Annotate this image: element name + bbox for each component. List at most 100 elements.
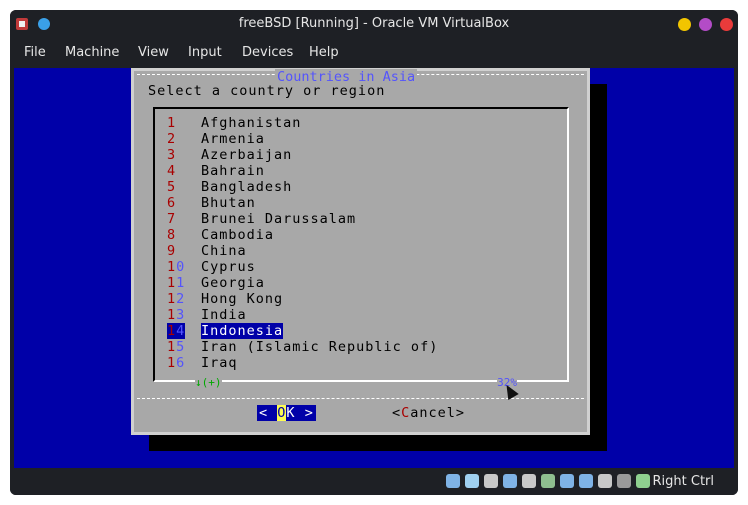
item-label: Brunei Darussalam — [201, 211, 357, 227]
menu-machine[interactable]: Machine — [65, 45, 119, 60]
menu-file[interactable]: File — [24, 45, 46, 60]
item-number-first-digit: 1 — [167, 275, 177, 291]
host-key-label: Right Ctrl — [652, 474, 715, 489]
item-number: 1 — [167, 115, 201, 131]
menu-help[interactable]: Help — [309, 45, 339, 60]
item-label: Bhutan — [201, 195, 256, 211]
item-number: 11 — [167, 275, 201, 291]
item-number: 12 — [167, 291, 201, 307]
menu-input[interactable]: Input — [188, 45, 222, 60]
item-number-first-digit: 5 — [167, 179, 177, 195]
list-item[interactable]: 16 Iraq — [167, 355, 238, 371]
item-number: 7 — [167, 211, 201, 227]
maximize-button[interactable] — [699, 18, 712, 31]
item-label: Cambodia — [201, 227, 275, 243]
item-number-first-digit: 3 — [167, 147, 177, 163]
item-label: Armenia — [201, 131, 265, 147]
list-item[interactable]: 15 Iran (Islamic Republic of) — [167, 339, 438, 355]
item-number-second-digit: 2 — [176, 291, 186, 307]
item-number: 5 — [167, 179, 201, 195]
list-item[interactable]: 8 Cambodia — [167, 227, 274, 243]
item-label: Bahrain — [201, 163, 265, 179]
item-number-first-digit: 4 — [167, 163, 177, 179]
menu-devices[interactable]: Devices — [242, 45, 293, 60]
item-number-first-digit: 1 — [167, 291, 177, 307]
item-number-first-digit: 1 — [167, 259, 177, 275]
item-label: India — [201, 307, 247, 323]
usb-icon[interactable] — [522, 474, 536, 488]
display-icon[interactable] — [560, 474, 574, 488]
item-number: 6 — [167, 195, 201, 211]
ok-button[interactable]: < OK > — [257, 405, 316, 421]
list-item[interactable]: 1 Afghanistan — [167, 115, 301, 131]
item-number-first-digit: 1 — [167, 115, 177, 131]
close-button[interactable] — [720, 18, 733, 31]
list-item[interactable]: 14 Indonesia — [167, 323, 284, 339]
cancel-left-bracket: < — [392, 405, 402, 421]
hard-disk-icon[interactable] — [446, 474, 460, 488]
list-item[interactable]: 4 Bahrain — [167, 163, 265, 179]
list-item[interactable]: 2 Armenia — [167, 131, 265, 147]
window-title: freeBSD [Running] - Oracle VM VirtualBox — [238, 16, 510, 31]
button-separator — [137, 398, 584, 399]
list-item[interactable]: 11 Georgia — [167, 275, 265, 291]
item-number-second-digit: 4 — [176, 323, 186, 339]
minimize-button[interactable] — [678, 18, 691, 31]
virtualbox-window: freeBSD [Running] - Oracle VM VirtualBox… — [10, 10, 738, 495]
item-number-second-digit: 5 — [176, 339, 186, 355]
item-label: Cyprus — [201, 259, 256, 275]
item-number: 16 — [167, 355, 201, 371]
item-number-second-digit: 0 — [176, 259, 186, 275]
list-item[interactable]: 13 India — [167, 307, 247, 323]
item-number-second-digit: 3 — [176, 307, 186, 323]
list-item[interactable]: 6 Bhutan — [167, 195, 256, 211]
optical-drive-icon[interactable] — [465, 474, 479, 488]
item-label: China — [201, 243, 247, 259]
list-item[interactable]: 7 Brunei Darussalam — [167, 211, 356, 227]
list-item[interactable]: 9 China — [167, 243, 247, 259]
title-bar[interactable]: freeBSD [Running] - Oracle VM VirtualBox — [10, 10, 738, 38]
ok-right-bracket: > — [304, 405, 314, 421]
menu-view[interactable]: View — [138, 45, 169, 60]
item-number-second-digit: 6 — [176, 355, 186, 371]
item-label: Iran (Islamic Republic of) — [201, 339, 439, 355]
item-number-first-digit: 2 — [167, 131, 177, 147]
item-label: Hong Kong — [201, 291, 284, 307]
audio-icon[interactable] — [484, 474, 498, 488]
item-number: 10 — [167, 259, 201, 275]
item-number: 3 — [167, 147, 201, 163]
list-item[interactable]: 3 Azerbaijan — [167, 147, 292, 163]
keyboard-capture-icon[interactable] — [636, 474, 650, 488]
shared-folders-icon[interactable] — [541, 474, 555, 488]
cancel-button[interactable]: <Cancel> — [392, 405, 465, 421]
vm-screen[interactable]: Countries in Asia Select a country or re… — [14, 68, 734, 468]
cancel-right-bracket: > — [455, 405, 466, 421]
item-label: Georgia — [201, 275, 265, 291]
dialog-prompt: Select a country or region — [148, 83, 386, 99]
item-number-first-digit: 1 — [167, 323, 177, 339]
cpu-icon[interactable] — [598, 474, 612, 488]
item-number-first-digit: 1 — [167, 307, 177, 323]
more-indicator: ↓(+) — [195, 376, 222, 389]
mouse-integration-icon[interactable] — [617, 474, 631, 488]
item-number: 14 — [167, 323, 201, 339]
item-number: 15 — [167, 339, 201, 355]
list-item[interactable]: 10 Cyprus — [167, 259, 256, 275]
status-bar: Right Ctrl — [10, 468, 738, 495]
item-label: Afghanistan — [201, 115, 302, 131]
item-number-first-digit: 1 — [167, 355, 177, 371]
ok-left-bracket: < — [259, 405, 269, 421]
ok-label-rest: K — [286, 405, 296, 421]
item-number-second-digit: 1 — [176, 275, 186, 291]
list-item[interactable]: 12 Hong Kong — [167, 291, 283, 307]
item-number: 9 — [167, 243, 201, 259]
item-number-first-digit: 9 — [167, 243, 177, 259]
item-number: 2 — [167, 131, 201, 147]
list-item[interactable]: 5 Bangladesh — [167, 179, 292, 195]
cancel-hotkey: C — [401, 405, 411, 421]
item-number: 8 — [167, 227, 201, 243]
country-list[interactable]: ↓(+) 32% 1 Afghanistan 2 Armenia 3 Azerbaijan… — [153, 107, 569, 389]
item-number: 13 — [167, 307, 201, 323]
video-capture-icon[interactable] — [579, 474, 593, 488]
network-icon[interactable] — [503, 474, 517, 488]
